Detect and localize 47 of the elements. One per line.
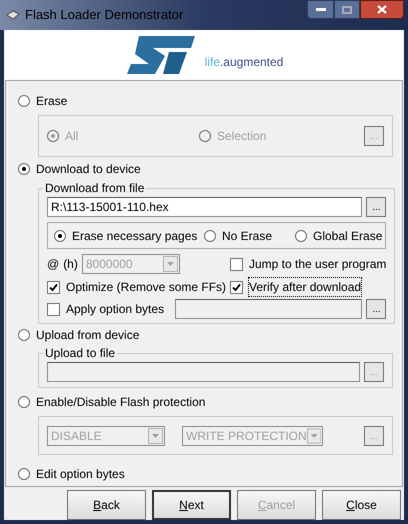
dialog-button[interactable]: Close: [322, 490, 401, 520]
chip-icon: [6, 10, 20, 20]
radio-label: Erase: [36, 93, 68, 110]
group-title: Upload to file: [44, 345, 116, 362]
dialog-button[interactable]: Next: [152, 490, 231, 520]
maximize-icon: [342, 6, 352, 14]
radio-label: All: [65, 128, 78, 145]
radio-button[interactable]: [295, 230, 307, 242]
radio-label: Selection: [217, 128, 266, 145]
close-button[interactable]: [360, 0, 404, 19]
checkbox-label: Optimize (Remove some FFs): [66, 279, 226, 296]
minimize-button[interactable]: [307, 0, 334, 19]
radio-label: Enable/Disable Flash protection: [36, 394, 206, 411]
checkbox-label: Apply option bytes: [66, 301, 164, 318]
checkbox[interactable]: [47, 280, 60, 294]
group-title: Download from file: [44, 180, 146, 197]
text-field[interactable]: R:\113-15001-110.hex: [47, 197, 362, 217]
checkbox[interactable]: [230, 280, 243, 294]
caret-icon: [148, 428, 163, 444]
dialog-button[interactable]: Back: [67, 490, 146, 520]
close-icon: [377, 5, 387, 14]
maximize-button[interactable]: [334, 0, 360, 19]
logo-tagline: life.augmented: [204, 54, 284, 71]
radio-label: No Erase: [222, 228, 272, 244]
radio-label: Erase necessary pages: [72, 228, 198, 244]
radio-label: Global Erase: [313, 228, 382, 244]
at-label: @: [47, 256, 60, 273]
checkbox[interactable]: [47, 302, 60, 316]
text-field[interactable]: [175, 299, 362, 319]
caret-icon: [162, 256, 178, 272]
browse-button[interactable]: ...: [366, 197, 386, 217]
minimize-icon: [316, 8, 326, 12]
radio-button[interactable]: [54, 230, 66, 242]
checkbox-label: Jump to the user program: [249, 256, 386, 273]
radio-label: Edit option bytes: [36, 466, 125, 483]
window-title: Flash Loader Demonstrator: [25, 6, 184, 24]
radio-button[interactable]: [18, 468, 30, 480]
radio-button[interactable]: [18, 163, 30, 175]
unit-label: (h): [63, 256, 78, 273]
radio-label: Download to device: [36, 161, 141, 178]
browse-button[interactable]: ...: [366, 299, 386, 319]
radio-label: Upload from device: [36, 327, 140, 344]
logo-icon: [124, 34, 197, 76]
caret-icon: [306, 428, 321, 444]
checkbox[interactable]: [230, 258, 243, 270]
checkbox-label: Verify after download: [249, 278, 362, 296]
radio-button[interactable]: [204, 230, 216, 242]
